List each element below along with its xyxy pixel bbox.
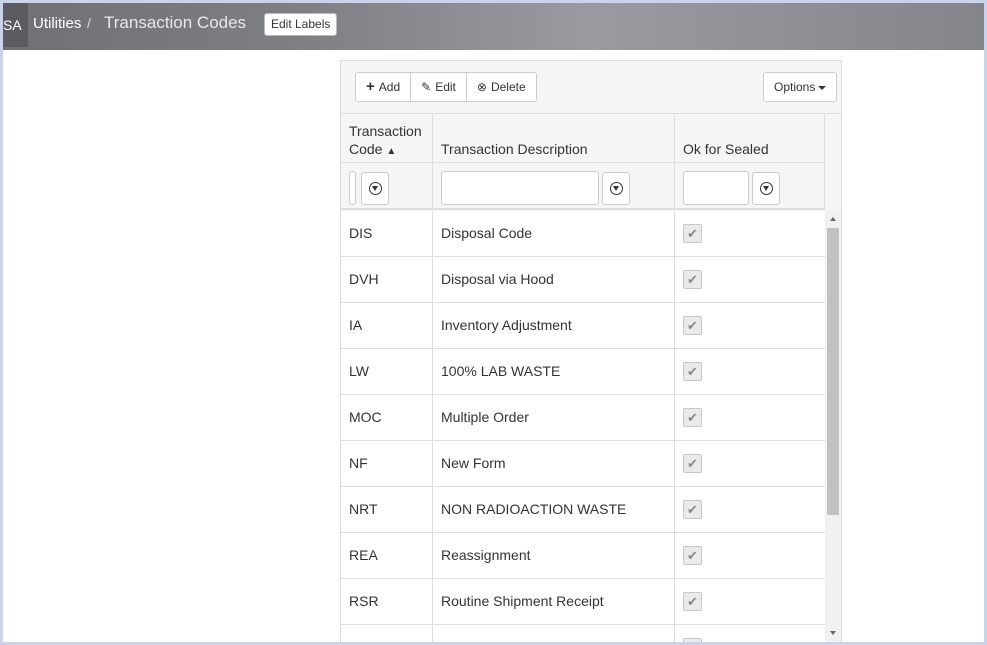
delete-label: Delete — [490, 80, 526, 94]
transaction-code-cell: DIS — [349, 225, 373, 241]
column-header-sealed[interactable]: Ok for Sealed — [675, 114, 825, 162]
action-button-group: + Add ✎ Edit ⊗ Delete — [355, 72, 537, 102]
remove-circle-icon: ⊗ — [476, 80, 487, 94]
filter-button-code[interactable] — [361, 172, 389, 205]
top-navbar: SA Utilities / Transaction Codes Edit La… — [0, 0, 987, 50]
page-title: Transaction Codes — [104, 13, 247, 32]
transaction-description-cell: NON RADIOACTION WASTE — [441, 501, 627, 517]
filter-cell-code — [341, 163, 433, 208]
options-label: Options — [774, 80, 816, 94]
table-row[interactable]: NF New Form ✔ — [341, 441, 825, 487]
ok-for-sealed-checkbox: ✔ — [683, 224, 702, 243]
transaction-description-cell: Routine Shipment Receipt — [441, 593, 604, 609]
ok-for-sealed-checkbox: ✔ — [683, 592, 702, 611]
scroll-up-arrow-icon[interactable] — [830, 217, 836, 221]
ok-for-sealed-checkbox: ✔ — [683, 454, 702, 473]
table-header-row: Transaction Code ▲ Transaction Descripti… — [341, 114, 825, 163]
table-row[interactable]: LW 100% LAB WASTE ✔ — [341, 349, 825, 395]
pencil-icon: ✎ — [421, 80, 432, 94]
column-header-code[interactable]: Transaction Code ▲ — [341, 114, 433, 162]
filter-input-description[interactable] — [441, 171, 599, 205]
scroll-down-arrow-icon[interactable] — [830, 631, 836, 635]
table-row[interactable]: NRT NON RADIOACTION WASTE ✔ — [341, 487, 825, 533]
transaction-code-cell: NRT — [349, 501, 378, 517]
filter-row — [341, 163, 825, 210]
scrollbar-thumb[interactable] — [827, 228, 839, 515]
cell-border — [433, 625, 675, 644]
transaction-code-cell: RSR — [349, 593, 379, 609]
column-header-code-line1: Transaction — [349, 123, 422, 139]
table-row[interactable]: DIS Disposal Code ✔ — [341, 211, 825, 257]
table-row[interactable]: RSR Routine Shipment Receipt ✔ — [341, 579, 825, 625]
ok-for-sealed-checkbox: ✔ — [683, 270, 702, 289]
filter-button-sealed[interactable] — [752, 172, 780, 205]
edit-button[interactable]: ✎ Edit — [410, 72, 467, 102]
ok-for-sealed-checkbox: ✔ — [683, 500, 702, 519]
table-row[interactable]: REA Reassignment ✔ — [341, 533, 825, 579]
ok-for-sealed-checkbox: ✔ — [683, 316, 702, 335]
filter-button-description[interactable] — [602, 172, 630, 205]
filter-cell-sealed — [675, 163, 825, 208]
table-row-partial — [341, 625, 825, 644]
filter-icon — [759, 182, 773, 195]
transaction-description-cell: Disposal via Hood — [441, 271, 554, 287]
filter-input-code[interactable] — [349, 171, 356, 205]
cell-border — [341, 625, 433, 644]
ok-for-sealed-checkbox: ✔ — [683, 546, 702, 565]
filter-input-sealed[interactable] — [683, 171, 749, 205]
column-header-description-label: Transaction Description — [441, 141, 588, 157]
edit-label: Edit — [435, 80, 456, 94]
plus-icon: + — [366, 78, 375, 95]
transaction-code-cell: REA — [349, 547, 378, 563]
column-header-description[interactable]: Transaction Description — [433, 114, 675, 162]
transaction-code-cell: NF — [349, 455, 368, 471]
transaction-code-cell: IA — [349, 317, 363, 333]
options-dropdown-button[interactable]: Options — [763, 72, 838, 102]
edit-labels-button[interactable]: Edit Labels — [264, 13, 338, 36]
filter-cell-description — [433, 163, 675, 208]
caret-down-icon — [818, 85, 827, 90]
transaction-description-cell: 100% LAB WASTE — [441, 363, 561, 379]
breadcrumb-utilities[interactable]: Utilities — [33, 15, 81, 32]
add-button[interactable]: + Add — [355, 72, 412, 102]
table-row[interactable]: MOC Multiple Order ✔ — [341, 395, 825, 441]
ok-for-sealed-checkbox: ✔ — [683, 408, 702, 427]
delete-button[interactable]: ⊗ Delete — [465, 72, 537, 102]
filter-icon — [368, 182, 382, 195]
transaction-description-cell: Reassignment — [441, 547, 531, 563]
table-body: DIS Disposal Code ✔ DVH Disposal via Hood ✔ IA… — [341, 211, 825, 644]
transaction-description-cell: Multiple Order — [441, 409, 529, 425]
vertical-scrollbar[interactable] — [825, 211, 841, 644]
transaction-codes-grid: + Add ✎ Edit ⊗ Delete Options Transactio… — [340, 60, 842, 645]
filter-icon — [609, 182, 623, 195]
breadcrumb-separator: / — [87, 15, 91, 31]
transaction-code-cell: DVH — [349, 271, 379, 287]
brand-logo[interactable]: SA — [0, 3, 28, 47]
transaction-description-cell: Inventory Adjustment — [441, 317, 572, 333]
add-label: Add — [378, 80, 401, 94]
ok-for-sealed-checkbox: ✔ — [683, 362, 702, 381]
sort-ascending-icon: ▲ — [386, 146, 397, 157]
table-row[interactable]: DVH Disposal via Hood ✔ — [341, 257, 825, 303]
transaction-description-cell: New Form — [441, 455, 506, 471]
transaction-code-cell: LW — [349, 363, 369, 379]
column-header-sealed-label: Ok for Sealed — [683, 141, 769, 157]
ok-for-sealed-checkbox — [683, 638, 702, 644]
grid-toolbar: + Add ✎ Edit ⊗ Delete Options — [341, 61, 841, 114]
transaction-description-cell: Disposal Code — [441, 225, 533, 241]
transaction-code-cell: MOC — [349, 409, 382, 425]
column-header-code-line2: Code — [349, 141, 383, 157]
table-row[interactable]: IA Inventory Adjustment ✔ — [341, 303, 825, 349]
